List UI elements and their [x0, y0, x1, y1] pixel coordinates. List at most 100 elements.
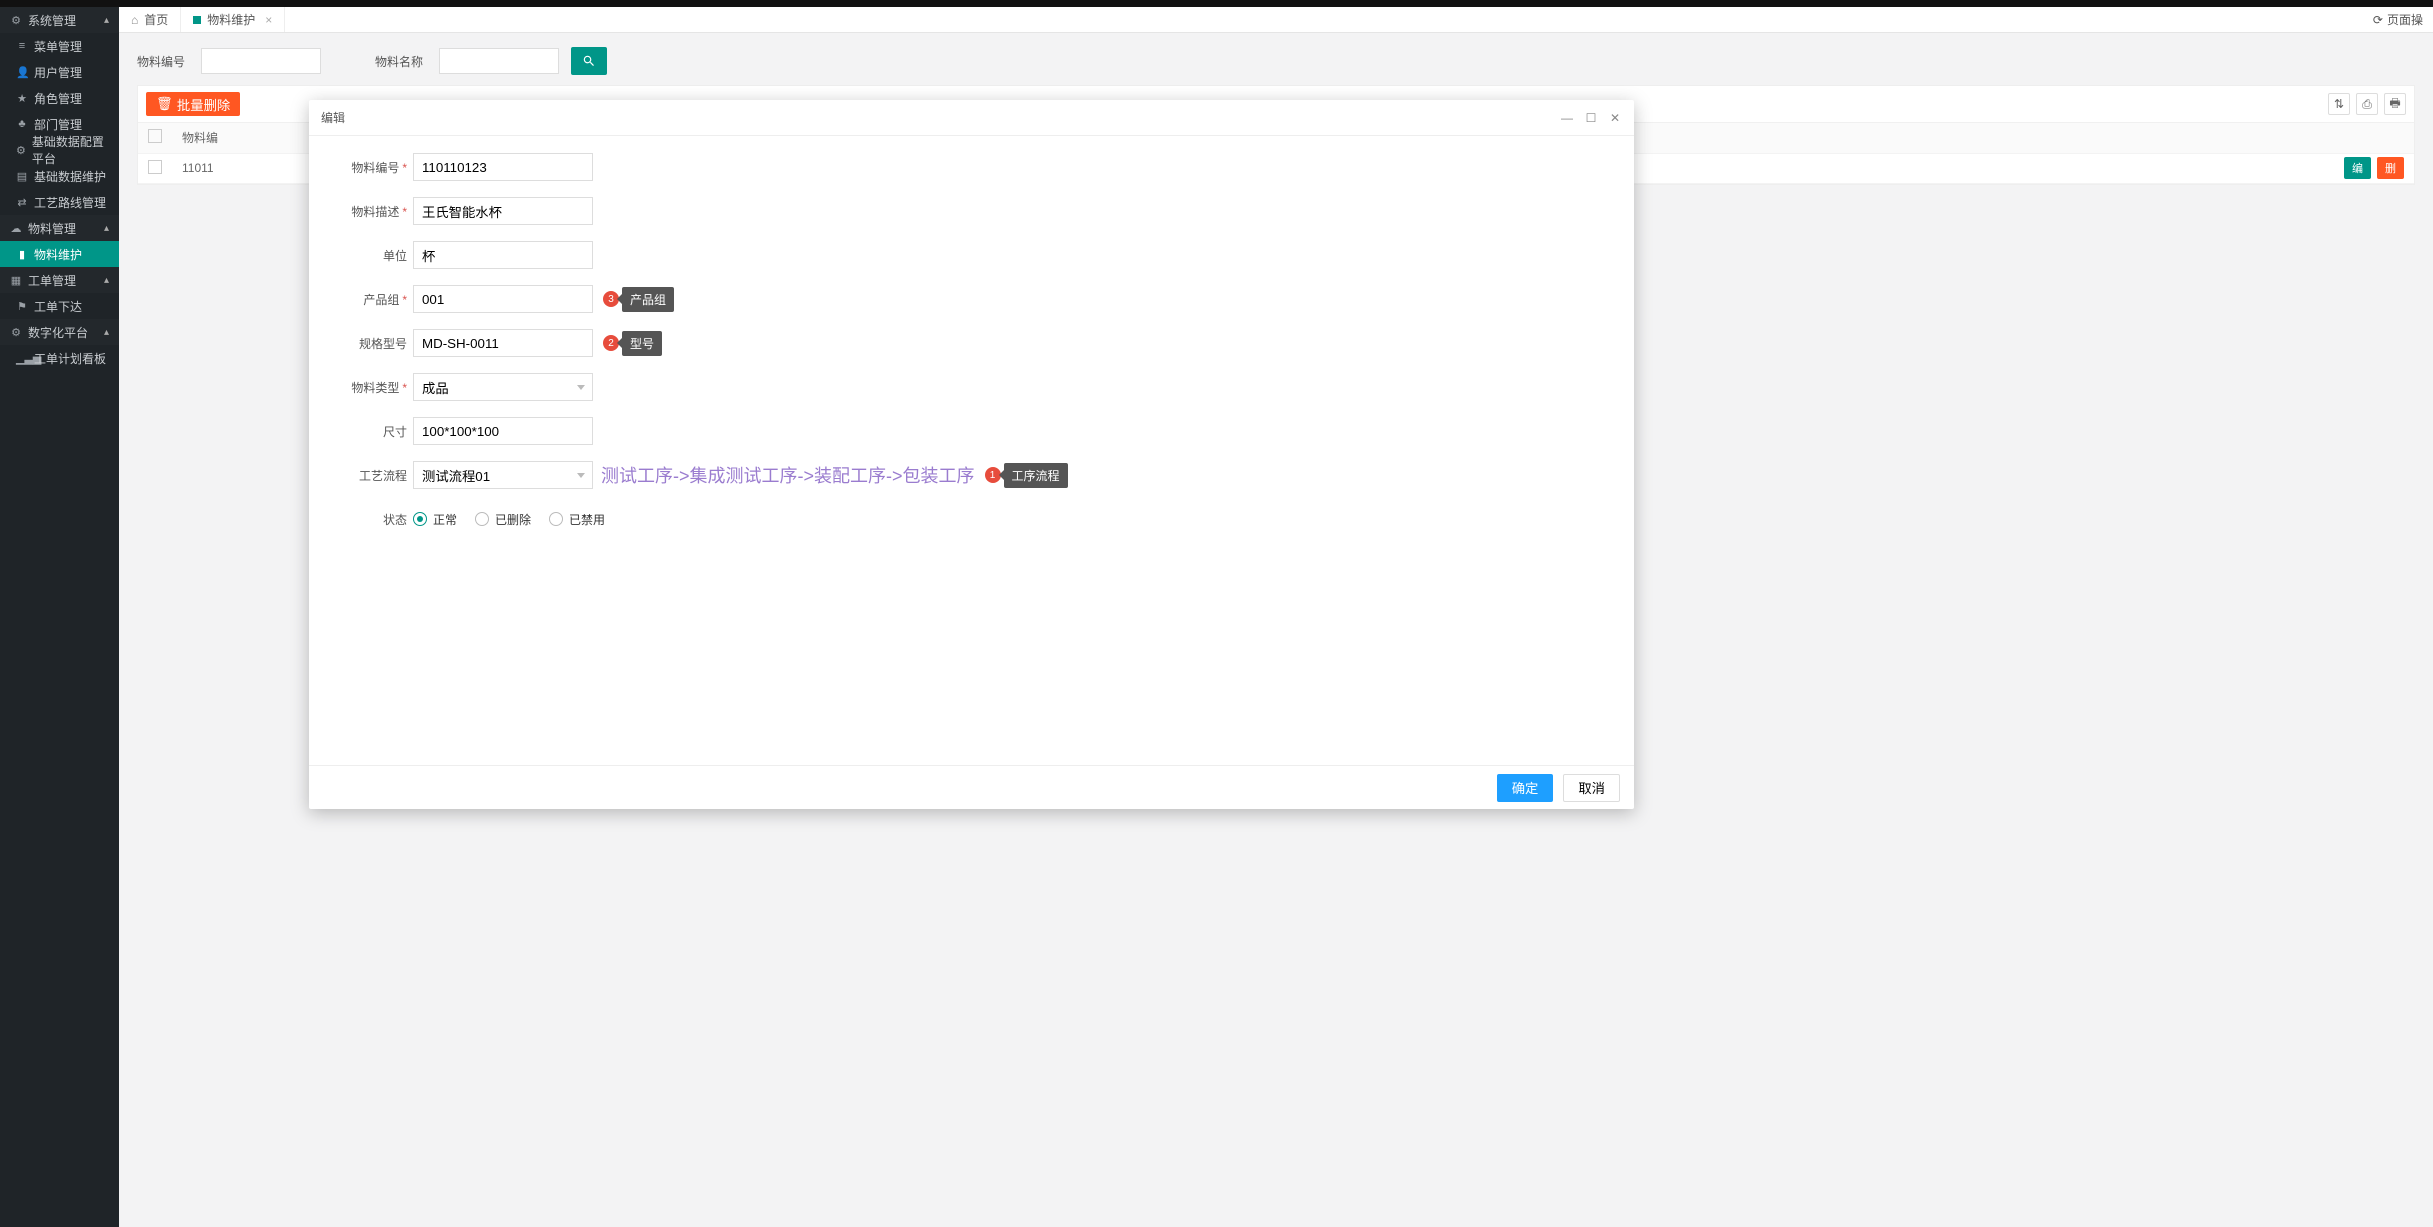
cogs-icon: ⚙ — [10, 14, 22, 27]
nav-item-label: 工单下达 — [34, 298, 82, 315]
row-delete-button[interactable]: 删 — [2377, 157, 2404, 179]
edit-modal: 编辑 — ☐ ✕ 物料编号 物料描述 — [309, 100, 1634, 809]
main-row: ⚙系统管理▴≡菜单管理👤用户管理★角色管理♣部门管理⚙基础数据配置平台▤基础数据… — [0, 7, 2433, 1227]
content-area: ⌂ 首页 物料维护 × ⟳ 页面操 物料编号 — [119, 7, 2433, 1227]
input-size[interactable] — [413, 417, 593, 445]
modal-window-controls: — ☐ ✕ — [1560, 111, 1622, 125]
chevron-up-icon: ▴ — [104, 327, 109, 338]
process-flow-text: 测试工序->集成测试工序->装配工序->包装工序 — [601, 462, 975, 488]
filter-code-input[interactable] — [201, 48, 321, 74]
radio-status-deleted[interactable]: 已删除 — [475, 511, 531, 528]
label-status: 状态 — [327, 511, 407, 528]
label-type: 物料类型 — [327, 379, 407, 396]
modal-header[interactable]: 编辑 — ☐ ✕ — [309, 100, 1634, 136]
form-row-unit: 单位 — [327, 238, 1616, 272]
tab-home[interactable]: ⌂ 首页 — [119, 7, 181, 32]
label-model: 规格型号 — [327, 335, 407, 352]
chevron-up-icon: ▴ — [104, 15, 109, 26]
radio-status-normal[interactable]: 正常 — [413, 511, 457, 528]
search-button[interactable] — [571, 47, 607, 75]
input-unit[interactable] — [413, 241, 593, 269]
annotation-flow-label: 工序流程 — [1004, 463, 1068, 488]
radio-icon — [475, 512, 489, 526]
nav-item[interactable]: ⚙基础数据配置平台 — [0, 137, 119, 163]
ok-button[interactable]: 确定 — [1497, 774, 1554, 802]
input-group[interactable] — [413, 285, 593, 313]
db-icon: ▤ — [16, 170, 28, 183]
input-code[interactable] — [413, 153, 593, 181]
nav-item[interactable]: ⇄ 工艺路线管理 — [0, 189, 119, 215]
chevron-up-icon: ▴ — [104, 223, 109, 234]
nav-group-material[interactable]: ☁ 物料管理 ▴ — [0, 215, 119, 241]
list-icon: ≡ — [16, 40, 28, 52]
nav-group-workorder[interactable]: ▦工单管理▴ — [0, 267, 119, 293]
page-action-menu[interactable]: ⟳ 页面操 — [2363, 7, 2433, 32]
form-row-size: 尺寸 — [327, 414, 1616, 448]
nav-item[interactable]: ★角色管理 — [0, 85, 119, 111]
form-row-desc: 物料描述 — [327, 194, 1616, 228]
nav-item-label: 部门管理 — [34, 116, 82, 133]
tab-material[interactable]: 物料维护 × — [181, 7, 285, 32]
form-row-status: 状态 正常 已删除 已禁用 — [327, 502, 1616, 536]
batch-delete-label: 批量删除 — [177, 95, 230, 114]
annotation-model-label: 型号 — [622, 331, 662, 356]
row-edit-button[interactable]: 编 — [2344, 157, 2371, 179]
nav-item[interactable]: ▤基础数据维护 — [0, 163, 119, 189]
nav-group-digital[interactable]: ⚙数字化平台▴ — [0, 319, 119, 345]
route-icon: ⇄ — [16, 196, 28, 209]
modal-footer: 确定 取消 — [309, 765, 1634, 809]
refresh-icon: ⟳ — [2373, 13, 2383, 27]
label-size: 尺寸 — [327, 423, 407, 440]
toolbar-filter-icon[interactable]: ⇅ — [2328, 93, 2350, 115]
form-row-code: 物料编号 — [327, 150, 1616, 184]
nav-group-label: 系统管理 — [28, 12, 76, 29]
input-model[interactable] — [413, 329, 593, 357]
app-root: ⚙系统管理▴≡菜单管理👤用户管理★角色管理♣部门管理⚙基础数据配置平台▤基础数据… — [0, 0, 2433, 1227]
radio-label-disabled: 已禁用 — [569, 511, 605, 528]
input-desc[interactable] — [413, 197, 593, 225]
minimize-icon[interactable]: — — [1560, 111, 1574, 125]
nav-group-system[interactable]: ⚙ 系统管理 ▴ — [0, 7, 119, 33]
nav-item[interactable]: ⚑工单下达 — [0, 293, 119, 319]
cloud-icon: ☁ — [10, 222, 22, 235]
filter-bar: 物料编号 物料名称 — [119, 33, 2433, 85]
nav-item[interactable]: ≡ 菜单管理 — [0, 33, 119, 59]
sidebar: ⚙系统管理▴≡菜单管理👤用户管理★角色管理♣部门管理⚙基础数据配置平台▤基础数据… — [0, 7, 119, 1227]
tab-home-label: 首页 — [144, 11, 168, 28]
toolbar-export-icon[interactable]: ⎙ — [2356, 93, 2378, 115]
select-all-checkbox[interactable] — [148, 129, 162, 143]
tabs-row: ⌂ 首页 物料维护 × ⟳ 页面操 — [119, 7, 2433, 33]
calendar-icon: ▦ — [10, 274, 22, 287]
maximize-icon[interactable]: ☐ — [1584, 111, 1598, 125]
close-icon[interactable]: ✕ — [1608, 111, 1622, 125]
label-unit: 单位 — [327, 247, 407, 264]
filter-name-input[interactable] — [439, 48, 559, 74]
tab-close-icon[interactable]: × — [265, 13, 272, 27]
batch-delete-button[interactable]: 🗑 批量删除 — [146, 92, 240, 116]
filter-name-label: 物料名称 — [375, 53, 423, 70]
toolbar-print-icon[interactable]: 🖶 — [2384, 93, 2406, 115]
nav-item-label: 工艺路线管理 — [34, 194, 106, 211]
annotation-group: 3 产品组 — [603, 287, 674, 312]
tab-indicator-icon — [193, 16, 201, 24]
radio-label-normal: 正常 — [433, 511, 457, 528]
search-icon — [582, 54, 596, 68]
select-process[interactable] — [413, 461, 593, 489]
annotation-model: 2 型号 — [603, 331, 662, 356]
radio-icon — [549, 512, 563, 526]
nav-item[interactable]: ▮ 物料维护 — [0, 241, 119, 267]
form-row-type: 物料类型 — [327, 370, 1616, 404]
nav-item[interactable]: ▁▃▅工单计划看板 — [0, 345, 119, 371]
nav-item[interactable]: 👤用户管理 — [0, 59, 119, 85]
label-code: 物料编号 — [327, 159, 407, 176]
nav-group-label: 物料管理 — [28, 220, 76, 237]
nav-item-label: 物料维护 — [34, 246, 82, 263]
radio-status-disabled[interactable]: 已禁用 — [549, 511, 605, 528]
select-type[interactable] — [413, 373, 593, 401]
row-checkbox[interactable] — [148, 160, 162, 174]
label-process: 工艺流程 — [327, 467, 407, 484]
gear-icon: ⚙ — [16, 144, 26, 157]
nav-item-label: 菜单管理 — [34, 38, 82, 55]
cancel-button[interactable]: 取消 — [1563, 774, 1620, 802]
doc-icon: ▮ — [16, 248, 28, 261]
